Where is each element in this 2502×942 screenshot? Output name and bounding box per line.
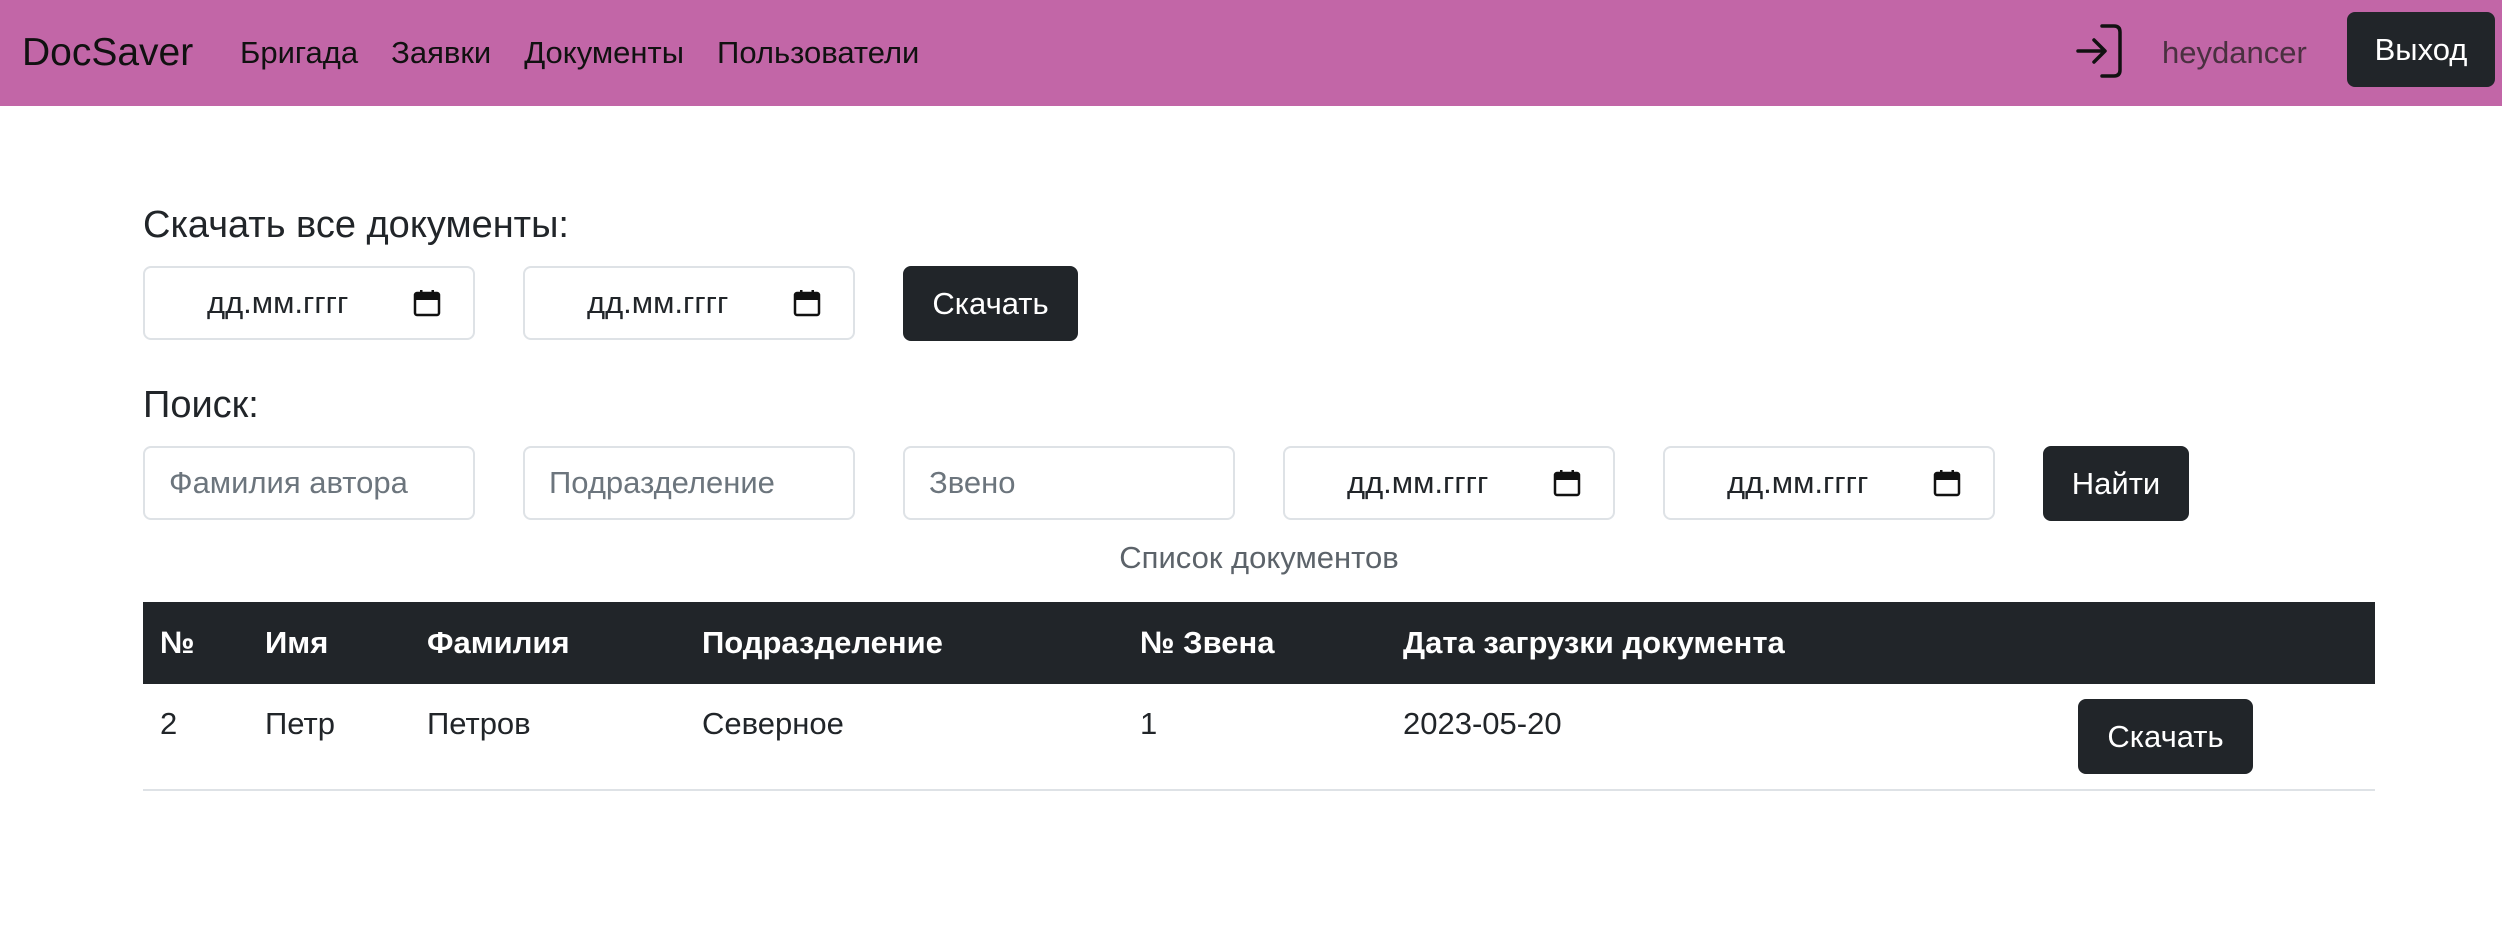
- table-row: 2 Петр Петров Северное 1 2023-05-20 Скач…: [143, 684, 2375, 791]
- cell-number: 2: [160, 706, 178, 741]
- column-header-number: №: [160, 625, 195, 660]
- cell-division: Северное: [702, 706, 844, 741]
- column-header-upload-date: Дата загрузки документа: [1403, 625, 1785, 660]
- nav-link-requests[interactable]: Заявки: [391, 35, 491, 71]
- calendar-icon[interactable]: [793, 289, 821, 317]
- cell-name: Петр: [265, 706, 335, 741]
- brand-logo[interactable]: DocSaver: [22, 0, 193, 106]
- table-caption: Список документов: [1119, 540, 1399, 575]
- cell-surname: Петров: [427, 706, 531, 741]
- column-header-unit-number: № Звена: [1140, 625, 1275, 660]
- division-input[interactable]: [523, 446, 855, 520]
- username: heydancer: [2162, 35, 2307, 70]
- calendar-icon[interactable]: [1933, 469, 1961, 497]
- login-icon[interactable]: [2074, 22, 2124, 80]
- date-placeholder: дд.мм.гггг: [1347, 465, 1489, 500]
- date-placeholder: дд.мм.гггг: [207, 285, 349, 320]
- search-date-to-input[interactable]: дд.мм.гггг: [1663, 446, 1995, 520]
- column-header-surname: Фамилия: [427, 625, 570, 660]
- search-date-from-input[interactable]: дд.мм.гггг: [1283, 446, 1615, 520]
- download-date-to-input[interactable]: дд.мм.гггг: [523, 266, 855, 340]
- date-placeholder: дд.мм.гггг: [1727, 465, 1869, 500]
- nav-link-documents[interactable]: Документы: [524, 35, 684, 71]
- cell-unit-number: 1: [1140, 706, 1158, 741]
- row-download-button[interactable]: Скачать: [2078, 699, 2253, 774]
- nav-link-users[interactable]: Пользователи: [717, 35, 919, 71]
- search-heading: Поиск:: [143, 384, 259, 426]
- navbar: DocSaver Бригада Заявки Документы Пользо…: [0, 0, 2502, 106]
- cell-upload-date: 2023-05-20: [1403, 706, 1562, 741]
- calendar-icon[interactable]: [413, 289, 441, 317]
- column-header-name: Имя: [265, 625, 329, 660]
- column-header-division: Подразделение: [702, 625, 943, 660]
- unit-input[interactable]: [903, 446, 1235, 520]
- nav-link-brigade[interactable]: Бригада: [240, 35, 358, 71]
- author-surname-input[interactable]: [143, 446, 475, 520]
- find-button[interactable]: Найти: [2043, 446, 2189, 521]
- calendar-icon[interactable]: [1553, 469, 1581, 497]
- download-all-button[interactable]: Скачать: [903, 266, 1078, 341]
- logout-button[interactable]: Выход: [2347, 12, 2495, 87]
- date-placeholder: дд.мм.гггг: [587, 285, 729, 320]
- download-date-from-input[interactable]: дд.мм.гггг: [143, 266, 475, 340]
- download-all-heading: Скачать все документы:: [143, 204, 569, 246]
- table-header: № Имя Фамилия Подразделение № Звена Дата…: [143, 602, 2375, 684]
- nav-links: Бригада Заявки Документы Пользователи: [240, 0, 952, 106]
